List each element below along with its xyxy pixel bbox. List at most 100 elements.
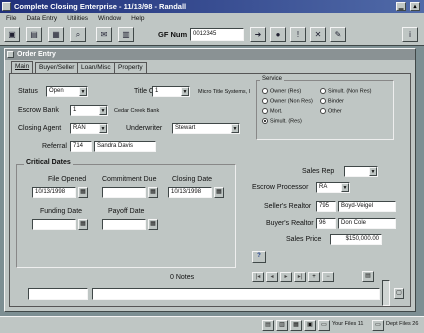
title-co-value: 1 bbox=[155, 88, 159, 94]
maximize-icon[interactable]: ▴ bbox=[410, 2, 420, 11]
sellers-realtor-name-input[interactable]: Boyd-Veigel bbox=[338, 201, 396, 212]
closing-date-label: Closing Date bbox=[172, 176, 213, 183]
tab-loan-misc[interactable]: Loan/Misc bbox=[77, 62, 115, 73]
notes-edit-icon[interactable]: ▤ bbox=[362, 271, 374, 282]
file-opened-input[interactable]: 10/13/1998 bbox=[32, 187, 76, 198]
calendar-icon[interactable]: ▦ bbox=[148, 187, 158, 198]
minimize-icon[interactable]: ▁ bbox=[396, 2, 406, 11]
sales-price-label: Sales Price bbox=[286, 236, 322, 243]
menu-utilities[interactable]: Utilities bbox=[67, 15, 88, 22]
tab-main[interactable]: Main bbox=[11, 61, 34, 73]
chevron-down-icon[interactable]: ▼ bbox=[79, 87, 87, 96]
search-icon[interactable]: ⌕ bbox=[70, 27, 86, 42]
underwriter-select[interactable]: Stewart ▼ bbox=[172, 123, 240, 134]
chevron-down-icon[interactable]: ▼ bbox=[369, 167, 377, 176]
print-icon[interactable]: ▦ bbox=[48, 27, 64, 42]
toolbar: ▣ ▤ ▦ ⌕ ✉ ▥ GF Num 0012345 ➜ ● ! ✕ ✎ i bbox=[0, 24, 424, 46]
order-entry-title-bar: Order Entry bbox=[5, 49, 415, 60]
stats-icon[interactable]: ▥ bbox=[276, 320, 288, 331]
edit-icon[interactable]: ✎ bbox=[330, 27, 346, 42]
chevron-down-icon[interactable]: ▼ bbox=[99, 106, 107, 115]
list-icon[interactable]: ▤ bbox=[262, 320, 274, 331]
status-label: Status bbox=[18, 88, 38, 95]
menu-window[interactable]: Window bbox=[98, 15, 121, 22]
title-co-select[interactable]: 1 ▼ bbox=[152, 86, 190, 97]
radio-icon bbox=[262, 108, 268, 114]
window-menu-icon[interactable] bbox=[7, 51, 14, 58]
notes-date-cell[interactable] bbox=[28, 288, 88, 300]
calculator-icon[interactable]: ▥ bbox=[118, 27, 134, 42]
tab-buyer-seller[interactable]: Buyer/Seller bbox=[35, 62, 79, 73]
calendar-icon[interactable]: ▦ bbox=[148, 219, 158, 230]
service-simult-res[interactable]: Simult. (Res) bbox=[262, 118, 302, 124]
chevron-down-icon[interactable]: ▼ bbox=[181, 87, 189, 96]
buyers-realtor-label: Buyer's Realtor bbox=[266, 220, 314, 227]
order-entry-title: Order Entry bbox=[17, 51, 56, 58]
delete-note-icon[interactable]: − bbox=[322, 272, 334, 282]
service-binder[interactable]: Binder bbox=[320, 98, 344, 104]
referral-code-input[interactable]: 714 bbox=[70, 141, 92, 152]
calendar-icon[interactable]: ▦ bbox=[78, 187, 88, 198]
go-icon[interactable]: ➜ bbox=[250, 27, 266, 42]
chart-icon[interactable]: ▦ bbox=[290, 320, 302, 331]
notes-text-cell[interactable] bbox=[92, 288, 380, 300]
order-entry-window: Order Entry Main Buyer/Seller Loan/Misc … bbox=[4, 48, 416, 312]
calendar-icon[interactable]: ▣ bbox=[304, 320, 316, 331]
folder-icon[interactable]: ▭ bbox=[318, 320, 330, 331]
last-record-icon[interactable]: ▸| bbox=[294, 272, 306, 282]
warning-icon[interactable]: ! bbox=[290, 27, 306, 42]
closing-agent-select[interactable]: RAN ▼ bbox=[70, 123, 108, 134]
menu-data-entry[interactable]: Data Entry bbox=[26, 15, 57, 22]
chevron-down-icon[interactable]: ▼ bbox=[341, 183, 349, 192]
tools-icon[interactable]: ✕ bbox=[310, 27, 326, 42]
notes-detail-icon[interactable]: ▢ bbox=[394, 288, 404, 299]
sales-rep-select[interactable]: ▼ bbox=[344, 166, 378, 177]
escrow-processor-select[interactable]: RA ▼ bbox=[316, 182, 350, 193]
referral-name-input[interactable]: Sandra Davis bbox=[94, 141, 156, 152]
calendar-icon[interactable]: ▦ bbox=[78, 219, 88, 230]
info-icon[interactable]: i bbox=[402, 27, 418, 42]
status-bar: ▤ ▥ ▦ ▣ ▭ Your Files 11 ▭ Dept Files 26 bbox=[0, 316, 424, 333]
chevron-down-icon[interactable]: ▼ bbox=[99, 124, 107, 133]
menu-help[interactable]: Help bbox=[131, 15, 144, 22]
menu-file[interactable]: File bbox=[6, 15, 16, 22]
escrow-processor-label: Escrow Processor bbox=[252, 184, 309, 191]
service-other[interactable]: Other bbox=[320, 108, 342, 114]
add-note-icon[interactable]: + bbox=[308, 272, 320, 282]
closing-date-input[interactable]: 10/13/1998 bbox=[168, 187, 212, 198]
prev-record-icon[interactable]: ◂ bbox=[266, 272, 278, 282]
gf-num-input[interactable]: 0012345 bbox=[190, 28, 244, 41]
sellers-realtor-code-input[interactable]: 795 bbox=[316, 201, 336, 212]
service-mort[interactable]: Mort. bbox=[262, 108, 283, 114]
escrow-processor-value: RA bbox=[319, 184, 328, 190]
service-simult-non-res[interactable]: Simult. (Non Res) bbox=[320, 88, 371, 94]
system-menu-icon[interactable] bbox=[2, 2, 11, 11]
service-owner-non-res[interactable]: Owner (Non Res) bbox=[262, 98, 313, 104]
help-button[interactable]: ? bbox=[252, 251, 266, 263]
status-select[interactable]: Open ▼ bbox=[46, 86, 88, 97]
new-file-icon[interactable]: ▣ bbox=[4, 27, 20, 42]
mail-icon[interactable]: ✉ bbox=[96, 27, 112, 42]
payoff-date-input[interactable] bbox=[102, 219, 146, 230]
service-group-label: Service bbox=[260, 76, 285, 82]
tab-property[interactable]: Property bbox=[114, 62, 147, 73]
commitment-due-input[interactable] bbox=[102, 187, 146, 198]
title-co-name: Micro Title Systems, I bbox=[198, 89, 251, 95]
sales-price-input[interactable]: $150,000.00 bbox=[330, 234, 382, 245]
dept-folder-icon[interactable]: ▭ bbox=[372, 320, 384, 331]
menu-bar: File Data Entry Utilities Window Help bbox=[0, 13, 424, 24]
escrow-bank-select[interactable]: 1 ▼ bbox=[70, 105, 108, 116]
radio-selected-icon bbox=[262, 118, 268, 124]
next-record-icon[interactable]: ▸ bbox=[280, 272, 292, 282]
buyers-realtor-code-input[interactable]: 96 bbox=[316, 218, 336, 229]
record-icon[interactable]: ● bbox=[270, 27, 286, 42]
calendar-icon[interactable]: ▦ bbox=[214, 187, 224, 198]
first-record-icon[interactable]: |◂ bbox=[252, 272, 264, 282]
service-owner-res[interactable]: Owner (Res) bbox=[262, 88, 301, 94]
buyers-realtor-name-input[interactable]: Don Cole bbox=[338, 218, 396, 229]
funding-date-input[interactable] bbox=[32, 219, 76, 230]
closing-agent-label: Closing Agent bbox=[18, 125, 62, 132]
chevron-down-icon[interactable]: ▼ bbox=[231, 124, 239, 133]
notes-scrollbar[interactable] bbox=[382, 280, 390, 306]
save-icon[interactable]: ▤ bbox=[26, 27, 42, 42]
